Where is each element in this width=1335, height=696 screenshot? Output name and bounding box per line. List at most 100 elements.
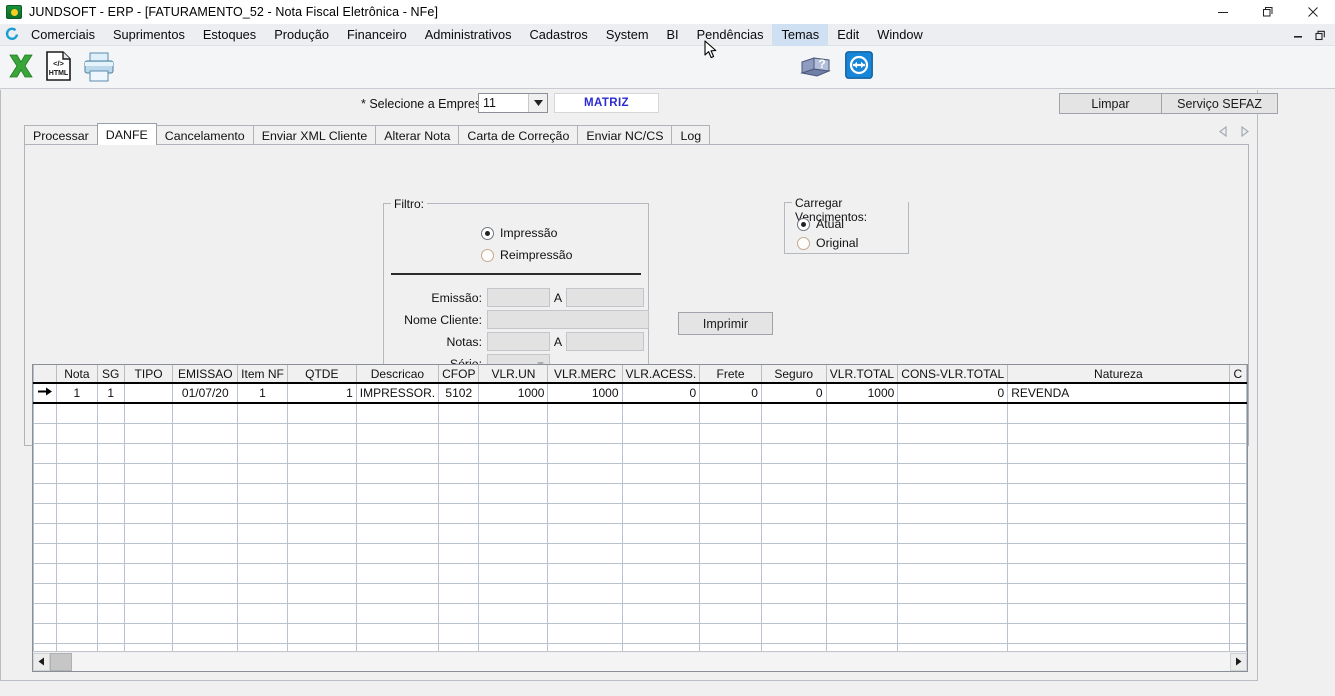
table-cell[interactable] (760, 603, 827, 624)
table-cell[interactable] (1228, 382, 1247, 404)
table-cell[interactable] (1007, 523, 1230, 544)
table-cell[interactable] (547, 483, 623, 504)
table-cell[interactable] (897, 543, 1009, 564)
table-cell[interactable] (355, 483, 440, 504)
table-row[interactable] (33, 423, 1247, 444)
table-cell[interactable] (56, 503, 98, 524)
table-cell[interactable] (621, 523, 701, 544)
table-cell[interactable] (56, 563, 98, 584)
table-cell[interactable] (355, 623, 440, 644)
table-cell[interactable] (286, 423, 357, 444)
table-cell[interactable] (621, 643, 701, 651)
table-cell[interactable] (237, 563, 288, 584)
company-combobox[interactable]: 11 (478, 93, 548, 113)
table-cell[interactable] (825, 423, 899, 444)
tab-log[interactable]: Log (671, 125, 711, 145)
table-cell[interactable] (699, 503, 762, 524)
table-cell[interactable] (123, 403, 174, 424)
menu-item-edit[interactable]: Edit (828, 24, 868, 46)
table-cell[interactable] (123, 623, 174, 644)
mdi-restore-button[interactable] (1309, 24, 1331, 46)
mdi-minimize-button[interactable] (1287, 24, 1309, 46)
help-book-icon[interactable]: ? (798, 49, 832, 83)
table-cell[interactable] (438, 423, 480, 444)
table-cell[interactable] (699, 523, 762, 544)
radio-original[interactable]: Original (797, 236, 858, 250)
table-cell[interactable] (96, 483, 125, 504)
row-selector-arrow-icon[interactable] (33, 382, 57, 404)
hscroll-track[interactable] (50, 652, 1230, 671)
table-cell[interactable] (96, 623, 125, 644)
grid-column-header[interactable]: SG (96, 365, 125, 384)
table-cell[interactable] (96, 423, 125, 444)
tab-processar[interactable]: Processar (24, 125, 98, 145)
table-cell[interactable] (547, 523, 623, 544)
table-cell[interactable] (760, 403, 827, 424)
table-cell[interactable] (237, 503, 288, 524)
table-cell[interactable] (438, 483, 480, 504)
table-cell[interactable] (438, 643, 480, 651)
chevron-down-icon[interactable] (528, 94, 547, 112)
table-cell[interactable] (438, 583, 480, 604)
table-row[interactable] (33, 563, 1247, 584)
table-cell[interactable] (237, 523, 288, 544)
table-cell[interactable] (478, 483, 549, 504)
table-cell[interactable] (897, 603, 1009, 624)
table-cell[interactable] (123, 603, 174, 624)
limpar-button[interactable]: Limpar (1059, 93, 1162, 114)
table-cell[interactable] (96, 543, 125, 564)
grid-column-header[interactable]: Natureza (1007, 365, 1230, 384)
table-cell[interactable] (438, 403, 480, 424)
table-cell[interactable] (286, 623, 357, 644)
table-cell[interactable] (825, 603, 899, 624)
grid-horizontal-scrollbar[interactable] (33, 651, 1247, 671)
table-cell[interactable] (56, 643, 98, 651)
table-cell[interactable] (438, 523, 480, 544)
table-cell[interactable] (478, 643, 549, 651)
table-cell[interactable] (56, 423, 98, 444)
grid-column-header[interactable]: VLR.TOTAL (825, 365, 899, 384)
table-cell[interactable] (96, 603, 125, 624)
menu-item-system[interactable]: System (597, 24, 658, 46)
grid-column-header[interactable]: Descricao (355, 365, 440, 384)
table-cell[interactable] (699, 543, 762, 564)
table-cell[interactable]: 1 (96, 382, 125, 404)
menu-item-estoques[interactable]: Estoques (194, 24, 265, 46)
table-cell[interactable] (897, 563, 1009, 584)
table-row[interactable] (33, 403, 1247, 424)
table-cell[interactable] (237, 603, 288, 624)
radio-atual[interactable]: Atual (797, 217, 844, 231)
table-cell[interactable] (355, 583, 440, 604)
table-cell[interactable]: 01/07/20 (172, 382, 239, 404)
table-cell[interactable]: 0 (621, 382, 701, 404)
table-cell[interactable] (237, 583, 288, 604)
table-cell[interactable]: REVENDA (1007, 382, 1230, 404)
table-cell[interactable] (237, 443, 288, 464)
table-cell[interactable] (699, 403, 762, 424)
table-cell[interactable] (96, 443, 125, 464)
export-html-icon[interactable]: </> HTML (45, 51, 72, 81)
table-cell[interactable] (897, 523, 1009, 544)
grid-column-header[interactable]: C (1228, 365, 1247, 384)
table-cell[interactable] (897, 483, 1009, 504)
table-cell[interactable] (699, 563, 762, 584)
grid-column-header[interactable]: EMISSAO (172, 365, 239, 384)
table-cell[interactable] (621, 463, 701, 484)
restore-button[interactable] (1245, 0, 1290, 24)
table-cell[interactable] (547, 423, 623, 444)
row-selector-cell[interactable] (33, 603, 57, 624)
table-cell[interactable] (825, 463, 899, 484)
table-cell[interactable] (172, 643, 239, 651)
table-cell[interactable] (825, 403, 899, 424)
table-cell[interactable] (237, 643, 288, 651)
table-cell[interactable] (286, 483, 357, 504)
table-cell[interactable] (172, 403, 239, 424)
table-cell[interactable] (621, 483, 701, 504)
table-cell[interactable] (478, 503, 549, 524)
table-cell[interactable] (355, 543, 440, 564)
table-cell[interactable] (355, 423, 440, 444)
tab-enviar-xml-cliente[interactable]: Enviar XML Cliente (252, 125, 377, 145)
table-cell[interactable] (621, 583, 701, 604)
table-cell[interactable] (621, 563, 701, 584)
table-cell[interactable] (56, 483, 98, 504)
